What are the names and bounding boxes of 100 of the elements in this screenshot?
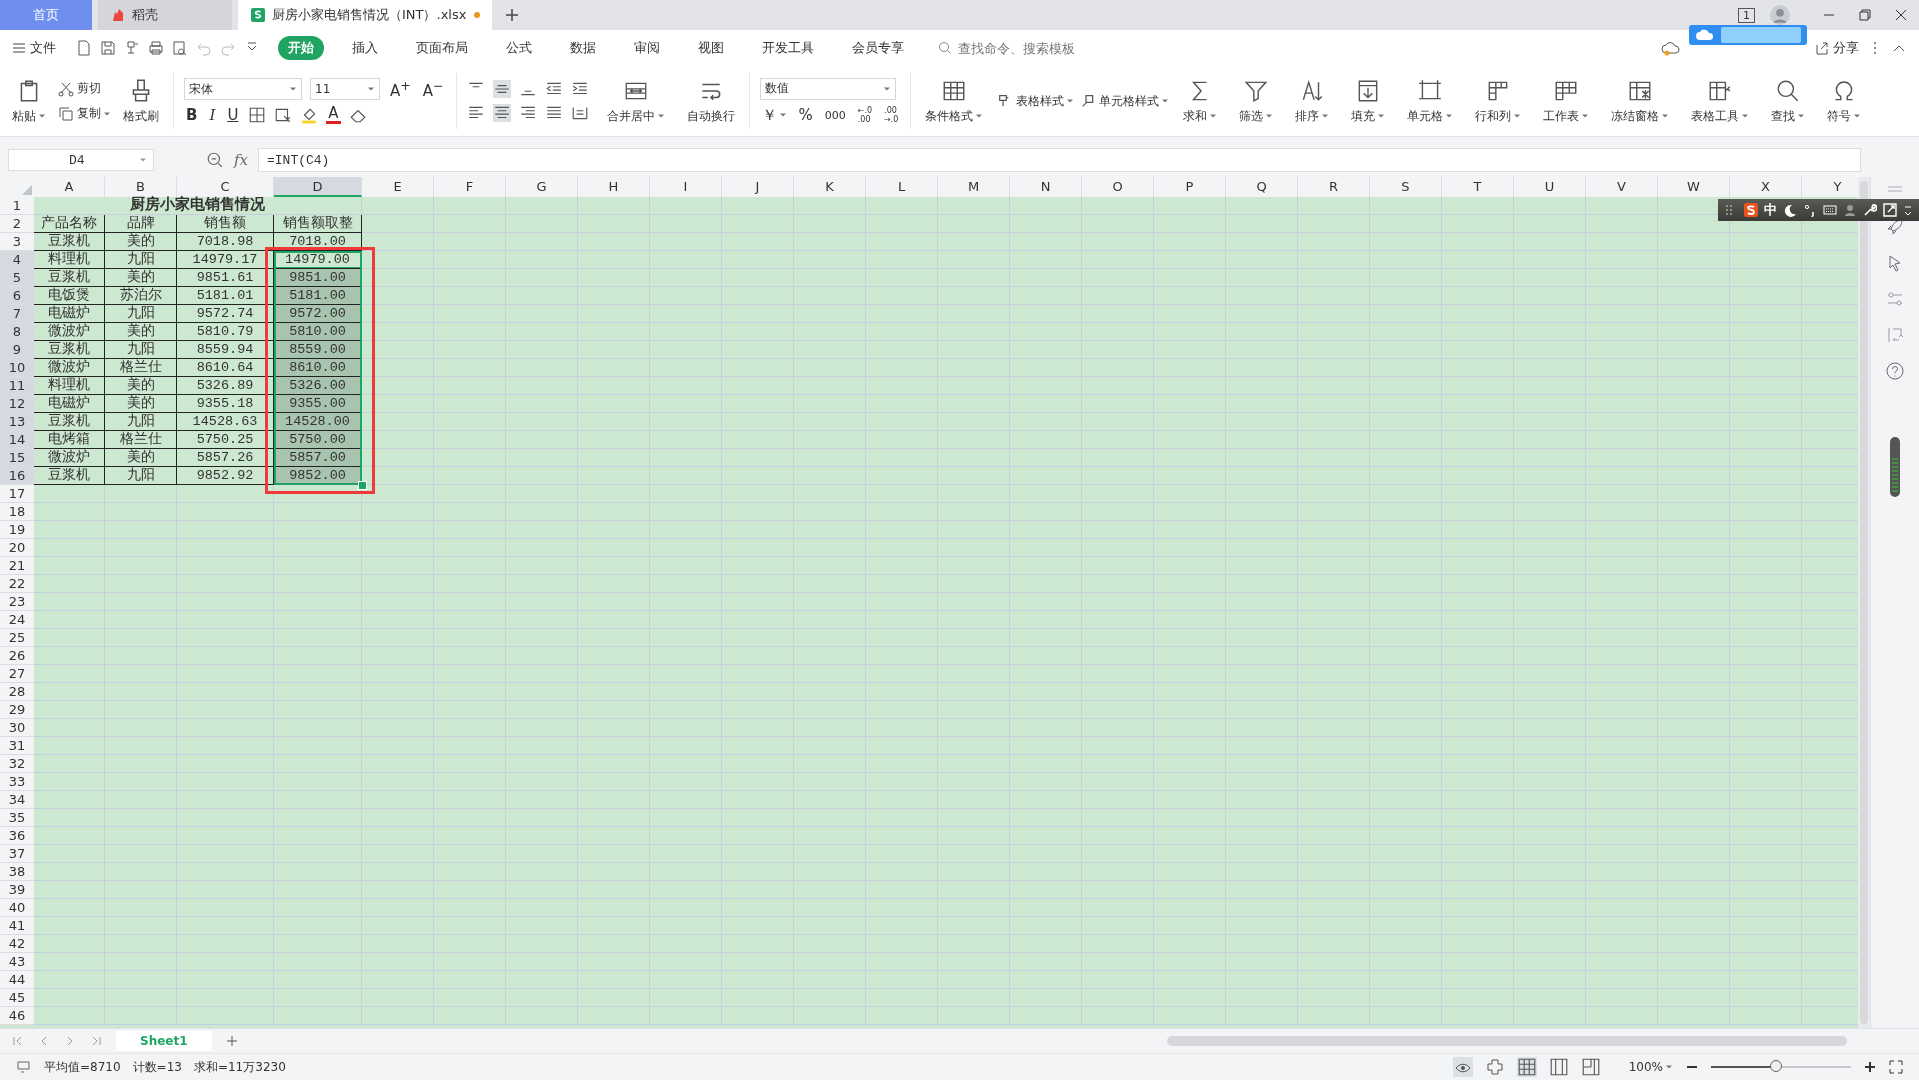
ribbon-button[interactable]: 条件格式 [921, 77, 988, 125]
column-header[interactable]: D [274, 177, 362, 197]
row-header[interactable]: 8 [0, 323, 34, 341]
row-header[interactable]: 13 [0, 413, 34, 431]
row-header[interactable]: 16 [0, 467, 34, 485]
row-header[interactable]: 40 [0, 899, 34, 917]
row-header[interactable]: 46 [0, 1007, 34, 1025]
column-header[interactable]: H [578, 177, 650, 197]
column-header[interactable]: I [650, 177, 722, 197]
row-header[interactable]: 30 [0, 719, 34, 737]
row-header[interactable]: 9 [0, 341, 34, 359]
row-header[interactable]: 24 [0, 611, 34, 629]
ribbon-button[interactable]: 符号 [1823, 77, 1866, 125]
ribbon-tab[interactable]: 会员专享 [842, 36, 914, 60]
number-format-dropdown[interactable]: 数值 [759, 77, 896, 100]
row-header[interactable]: 4 [0, 251, 34, 269]
row-header[interactable]: 31 [0, 737, 34, 755]
column-header[interactable]: K [794, 177, 866, 197]
window-count-icon[interactable]: 1 [1738, 7, 1755, 23]
ribbon-button[interactable]: 查找 [1767, 77, 1810, 125]
column-header[interactable]: P [1154, 177, 1226, 197]
column-header[interactable]: N [1010, 177, 1082, 197]
ribbon-button[interactable]: 排序 [1291, 77, 1334, 125]
column-header[interactable]: W [1658, 177, 1730, 197]
row-header[interactable]: 1 [0, 197, 34, 215]
row-header[interactable]: 32 [0, 755, 34, 773]
underline-button[interactable]: U [225, 106, 241, 124]
ribbon-button[interactable]: 填充 [1347, 77, 1390, 125]
zoom-dropdown[interactable]: 100% [1628, 1060, 1673, 1074]
font-size-dropdown[interactable]: 11 [310, 78, 380, 100]
merge-center-button[interactable]: 合并居中 [602, 77, 669, 125]
column-header[interactable]: X [1730, 177, 1802, 197]
row-header[interactable]: 3 [0, 233, 34, 251]
row-header[interactable]: 38 [0, 863, 34, 881]
row-header[interactable]: 18 [0, 503, 34, 521]
column-header[interactable]: F [434, 177, 506, 197]
row-header[interactable]: 27 [0, 665, 34, 683]
share-button[interactable]: 分享 [1815, 39, 1859, 57]
row-header[interactable]: 43 [0, 953, 34, 971]
row-header[interactable]: 34 [0, 791, 34, 809]
ribbon-tab[interactable]: 数据 [560, 36, 606, 60]
ribbon-tab[interactable]: 页面布局 [406, 36, 478, 60]
column-header[interactable]: S [1370, 177, 1442, 197]
row-header[interactable]: 28 [0, 683, 34, 701]
percent-button[interactable]: % [796, 106, 815, 124]
thousands-button[interactable]: 000 [822, 108, 848, 122]
decrease-decimal-button[interactable]: .00 →.0 [882, 106, 901, 124]
row-header[interactable]: 36 [0, 827, 34, 845]
font-color-button[interactable]: A [326, 106, 341, 124]
ribbon-button[interactable]: 筛选 [1235, 77, 1278, 125]
row-header[interactable]: 29 [0, 701, 34, 719]
ribbon-button[interactable]: 工作表 [1539, 77, 1594, 125]
column-header[interactable]: T [1442, 177, 1514, 197]
ribbon-tab[interactable]: 开发工具 [752, 36, 824, 60]
row-header[interactable]: 20 [0, 539, 34, 557]
italic-button[interactable]: I [207, 106, 218, 124]
row-header[interactable]: 42 [0, 935, 34, 953]
ribbon-button[interactable]: 单元格 [1403, 77, 1458, 125]
command-search-field[interactable]: 查找命令、搜索模板 [938, 39, 1110, 57]
row-header[interactable]: 10 [0, 359, 34, 377]
row-header[interactable]: 19 [0, 521, 34, 539]
row-header[interactable]: 14 [0, 431, 34, 449]
row-header[interactable]: 22 [0, 575, 34, 593]
decrease-font-button[interactable]: A$^{−}$ [420, 78, 446, 100]
copy-button[interactable]: 复制 [58, 105, 111, 122]
row-header[interactable]: 39 [0, 881, 34, 899]
column-header[interactable]: Q [1226, 177, 1298, 197]
input-mode[interactable]: 中 [1764, 201, 1777, 219]
row-header[interactable]: 23 [0, 593, 34, 611]
row-header[interactable]: 41 [0, 917, 34, 935]
row-header[interactable]: 7 [0, 305, 34, 323]
row-header[interactable]: 2 [0, 215, 34, 233]
increase-font-button[interactable]: A$^{+}$ [388, 78, 413, 100]
row-header[interactable]: 45 [0, 989, 34, 1007]
row-header[interactable]: 26 [0, 647, 34, 665]
docer-tab[interactable]: 稻壳 [98, 0, 232, 30]
name-box[interactable]: D4 [8, 149, 154, 171]
column-header[interactable]: U [1514, 177, 1586, 197]
column-header[interactable]: R [1298, 177, 1370, 197]
row-header[interactable]: 6 [0, 287, 34, 305]
file-menu[interactable]: 文件 [12, 39, 56, 57]
ribbon-tab[interactable]: 审阅 [624, 36, 670, 60]
row-header[interactable]: 33 [0, 773, 34, 791]
column-header[interactable]: G [506, 177, 578, 197]
row-header[interactable]: 44 [0, 971, 34, 989]
row-header[interactable]: 21 [0, 557, 34, 575]
increase-decimal-button[interactable]: ←.0 .00 [855, 106, 875, 124]
column-header[interactable]: M [938, 177, 1010, 197]
bold-button[interactable]: B [184, 106, 200, 124]
ribbon-button[interactable]: 表格工具 [1687, 77, 1754, 125]
formula-field[interactable]: =INT(C4) [258, 148, 1861, 172]
row-header[interactable]: 37 [0, 845, 34, 863]
currency-button[interactable]: ￥ [759, 105, 789, 125]
ribbon-button[interactable]: 表格样式 [997, 92, 1075, 110]
row-header[interactable]: 15 [0, 449, 34, 467]
ribbon-button[interactable]: 单元格样式 [1080, 92, 1170, 110]
wrap-text-button[interactable]: 自动换行 [682, 77, 739, 125]
row-header[interactable]: 11 [0, 377, 34, 395]
row-header[interactable]: 17 [0, 485, 34, 503]
font-name-dropdown[interactable]: 宋体 [184, 78, 302, 100]
